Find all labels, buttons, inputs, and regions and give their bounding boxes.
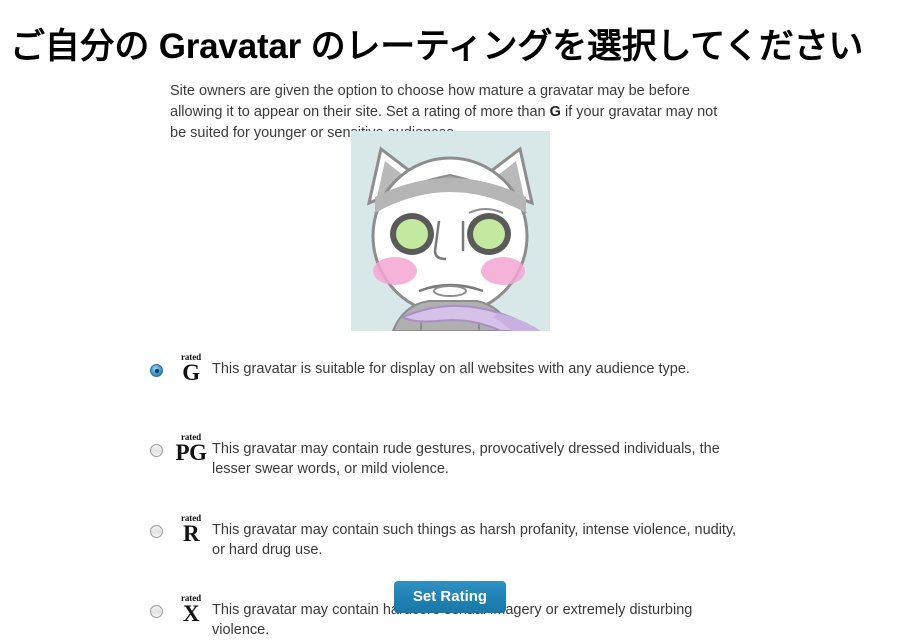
radio-g[interactable]	[150, 364, 163, 377]
avatar-cat-illustration	[351, 131, 550, 331]
intro-emphasis-g: G	[549, 103, 561, 120]
radio-r[interactable]	[150, 525, 163, 538]
rating-option-pg[interactable]: rated PG This gravatar may contain rude …	[148, 432, 748, 477]
rating-option-g[interactable]: rated G This gravatar is suitable for di…	[148, 352, 748, 392]
rating-badge-g: rated G	[172, 352, 210, 384]
set-rating-button[interactable]: Set Rating	[394, 581, 506, 613]
rating-description-r: This gravatar may contain such things as…	[212, 522, 737, 558]
rating-description-g: This gravatar is suitable for display on…	[212, 361, 690, 377]
rating-letter-pg: PG	[175, 440, 207, 465]
rating-letter-x: X	[182, 601, 200, 626]
rating-badge-x: rated X	[172, 593, 210, 625]
rating-badge-r: rated R	[172, 513, 210, 545]
rating-letter-r: R	[182, 521, 200, 546]
rating-description-pg: This gravatar may contain rude gestures,…	[212, 441, 720, 477]
radio-x[interactable]	[150, 605, 163, 618]
page-title: ご自分の Gravatar のレーティングを選択してください	[10, 27, 864, 67]
rating-badge-pg: rated PG	[172, 432, 210, 464]
avatar-preview	[351, 131, 550, 331]
rating-letter-g: G	[182, 360, 200, 385]
rating-option-r[interactable]: rated R This gravatar may contain such t…	[148, 513, 748, 558]
rating-options-list: rated G This gravatar is suitable for di…	[148, 352, 748, 638]
radio-pg[interactable]	[150, 444, 163, 457]
